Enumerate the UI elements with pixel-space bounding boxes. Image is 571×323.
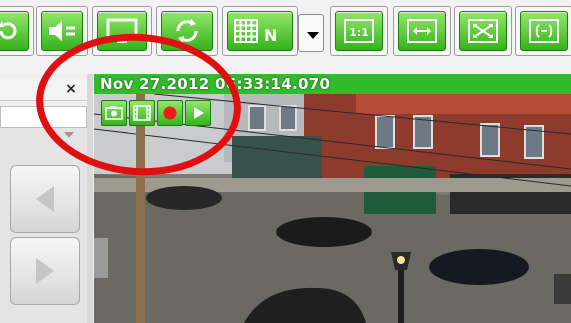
actual-size-icon: 1:1 <box>335 11 383 51</box>
camera-view[interactable]: Nov 27.2012 06:33:14.070 <box>94 74 571 323</box>
refresh-button[interactable] <box>156 6 218 56</box>
play-icon <box>194 107 204 119</box>
actual-size-label: 1:1 <box>349 26 369 39</box>
arrow-right-icon <box>36 258 54 284</box>
actual-size-button[interactable]: 1:1 <box>330 6 388 56</box>
play-button[interactable] <box>185 100 211 126</box>
rotate-icon <box>0 11 29 51</box>
record-icon <box>163 106 177 120</box>
refresh-icon <box>161 11 213 51</box>
record-button[interactable] <box>157 100 183 126</box>
fit-window-button[interactable] <box>515 6 571 56</box>
grid-layout-icon: N <box>227 11 293 51</box>
film-button[interactable] <box>129 100 155 126</box>
fit-window-icon <box>520 11 568 51</box>
snapshot-button[interactable] <box>101 100 127 126</box>
grid-layout-label: N <box>264 26 278 45</box>
panel-close-button[interactable]: × <box>63 78 79 100</box>
layout-dropdown-icon <box>307 32 319 39</box>
rotate-button[interactable] <box>0 6 34 56</box>
monitor-icon <box>97 11 147 51</box>
film-icon <box>133 105 151 121</box>
layout-dropdown-button[interactable] <box>298 14 324 52</box>
speaker-mute-icon <box>41 11 83 51</box>
fit-width-button[interactable] <box>393 6 451 56</box>
fit-width-icon <box>398 11 446 51</box>
panel-splitter[interactable] <box>87 74 93 323</box>
panel-search-input[interactable] <box>0 106 87 128</box>
panel-dropdown-arrow-icon[interactable] <box>64 132 74 138</box>
snapshot-icon <box>105 106 123 120</box>
grid-layout-button[interactable]: N <box>222 6 298 56</box>
camera-timestamp: Nov 27.2012 06:33:14.070 <box>100 75 331 93</box>
timestamp-bar: Nov 27.2012 06:33:14.070 <box>94 74 571 94</box>
monitor-button[interactable] <box>92 6 152 56</box>
next-page-button[interactable] <box>10 237 80 305</box>
fullscreen-icon <box>459 11 507 51</box>
arrow-left-icon <box>36 186 54 212</box>
fullscreen-button[interactable] <box>454 6 512 56</box>
mute-button[interactable] <box>36 6 88 56</box>
panel-header: × <box>0 78 90 101</box>
previous-page-button[interactable] <box>10 165 80 233</box>
main-toolbar: N 1:1 <box>0 0 571 74</box>
